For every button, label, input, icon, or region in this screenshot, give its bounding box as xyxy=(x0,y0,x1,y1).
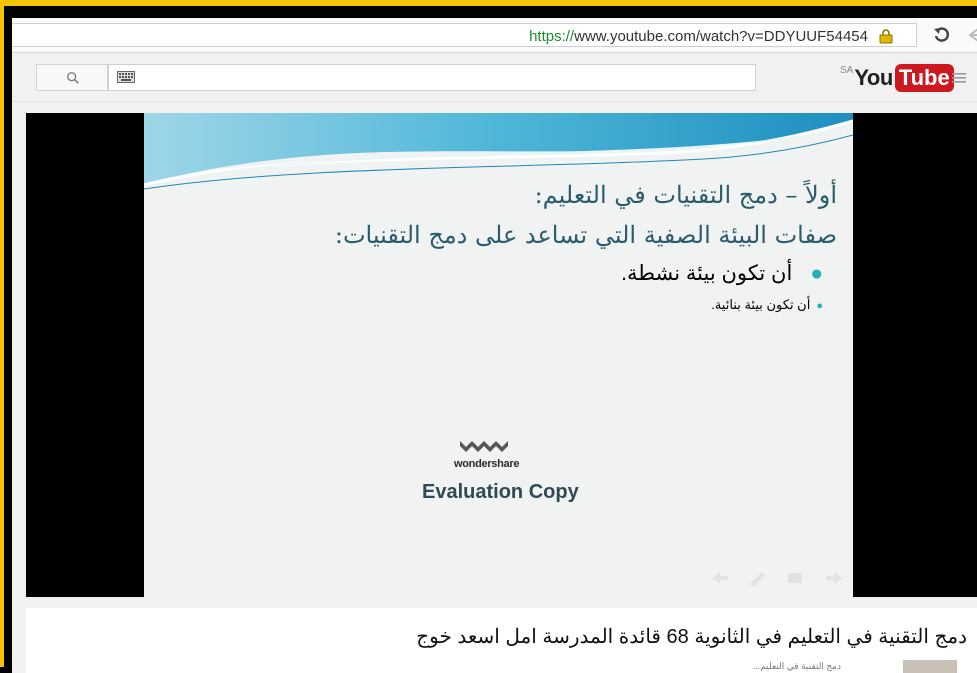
presentation-slide: أولاً – دمج التقنيات في التعليم: صفات ال… xyxy=(144,113,853,597)
keyboard-icon[interactable] xyxy=(117,71,135,83)
address-bar: https://www.youtube.com/watch?v=DDYUUF54… xyxy=(12,18,977,53)
bullet-1-text: أن تكون بيئة نشطة. xyxy=(621,262,793,285)
slide-controls[interactable] xyxy=(710,568,850,588)
search-icon xyxy=(67,72,79,84)
screen-frame: https://www.youtube.com/watch?v=DDYUUF54… xyxy=(0,0,977,673)
slide-bullet-2: ● أن تكون بيئة بنائية. xyxy=(711,297,823,313)
video-player[interactable]: أولاً – دمج التقنيات في التعليم: صفات ال… xyxy=(26,113,977,597)
reload-icon[interactable] xyxy=(932,25,952,45)
slides-menu-icon xyxy=(788,573,802,583)
evaluation-copy-watermark: Evaluation Copy xyxy=(422,481,579,503)
browser-window: https://www.youtube.com/watch?v=DDYUUF54… xyxy=(12,18,977,673)
bullet-dot-icon: ● xyxy=(810,262,823,285)
logo-region: SA xyxy=(840,65,854,76)
prev-slide-icon xyxy=(712,572,728,584)
pen-icon xyxy=(750,572,765,587)
youtube-header: SA You Tube xyxy=(12,53,977,102)
url-path: www.youtube.com/watch?v=DDYUUF54454 xyxy=(574,28,868,45)
logo-you: You xyxy=(854,65,893,90)
search-input[interactable] xyxy=(108,64,756,91)
slide-title-line2: صفات البيئة الصفية التي تساعد على دمج ال… xyxy=(334,221,837,249)
slide-bullet-1: ● أن تكون بيئة نشطة. xyxy=(621,261,823,286)
logo-tube: Tube xyxy=(894,64,954,92)
menu-icon[interactable] xyxy=(952,72,966,84)
lock-icon xyxy=(879,29,893,44)
next-slide-icon xyxy=(826,572,842,584)
back-icon[interactable] xyxy=(964,25,977,45)
video-title: دمج التقنية في التعليم في الثانوية 68 قا… xyxy=(416,626,967,648)
bullet-2-text: أن تكون بيئة بنائية. xyxy=(711,297,811,312)
url-text[interactable]: https://www.youtube.com/watch?v=DDYUUF54… xyxy=(529,28,868,45)
wondershare-brand: wondershare xyxy=(454,458,520,470)
bullet-dot-icon: ● xyxy=(816,300,823,312)
slide-title-line1: أولاً – دمج التقنيات في التعليم: xyxy=(534,181,837,209)
search-button[interactable] xyxy=(36,64,108,91)
youtube-logo[interactable]: SA You Tube xyxy=(840,64,954,92)
url-field[interactable]: https://www.youtube.com/watch?v=DDYUUF54… xyxy=(12,23,917,47)
url-scheme: https:// xyxy=(529,28,575,45)
video-info: دمج التقنية في التعليم في الثانوية 68 قا… xyxy=(26,608,977,673)
